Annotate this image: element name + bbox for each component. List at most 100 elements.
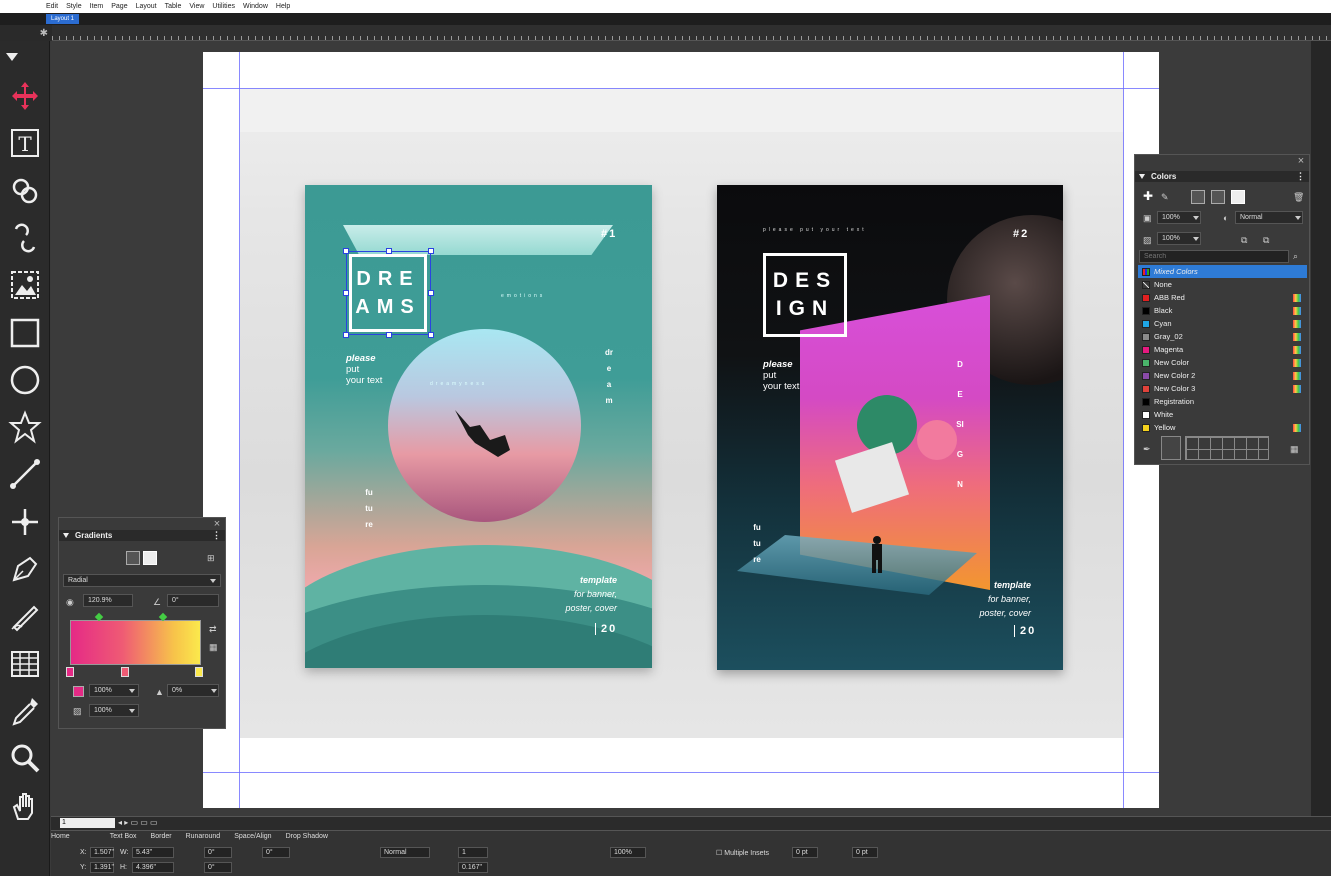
selection-frame[interactable] [346, 251, 431, 335]
measurements-tab-runaround[interactable]: Runaround [186, 830, 221, 844]
measurements-tab-drop-shadow[interactable]: Drop Shadow [286, 830, 328, 844]
current-color-swatch[interactable] [1161, 436, 1181, 460]
poster-design[interactable]: please put your text #2 DES IGN please p… [717, 185, 1063, 670]
layout-tab[interactable]: Layout 1 [46, 14, 80, 24]
menu-item[interactable]: Item [90, 3, 104, 10]
measurements-tab-text-box[interactable]: Text Box [110, 830, 137, 844]
unlinking-icon[interactable] [6, 219, 44, 257]
menu-edit[interactable]: Edit [46, 3, 58, 10]
gutter-field[interactable]: 0.167" [458, 862, 488, 873]
unlink-icon[interactable]: ⧉ [1263, 235, 1269, 245]
blend-mode-field[interactable]: Normal [380, 847, 430, 858]
height-field[interactable]: 4.396" [132, 862, 174, 873]
panel-header[interactable]: Colors ⋮ [1135, 171, 1309, 182]
gradient-stop-handle[interactable] [121, 667, 129, 677]
color-list-item[interactable]: Black [1138, 304, 1307, 317]
color-list-item[interactable]: New Color 3 [1138, 382, 1307, 395]
add-color-icon[interactable]: ✚ [1143, 190, 1153, 202]
gradient-preview-bar[interactable] [70, 620, 201, 665]
panel-menu-icon[interactable]: ⋮ [1296, 171, 1305, 182]
menu-window[interactable]: Window [243, 3, 268, 10]
palette-collapse-icon[interactable] [6, 53, 18, 61]
menu-table[interactable]: Table [165, 3, 182, 10]
resize-handle[interactable] [343, 332, 349, 338]
freehand-tool-icon[interactable] [6, 597, 44, 635]
link-icon[interactable]: ⧉ [1241, 235, 1247, 245]
table-tool-icon[interactable] [6, 645, 44, 683]
chevron-down-icon[interactable] [211, 689, 217, 693]
menu-style[interactable]: Style [66, 3, 82, 10]
ruler-origin-gear-icon[interactable]: ✱ [0, 25, 52, 41]
text-tool-icon[interactable]: T [6, 124, 44, 162]
frame-button[interactable] [1191, 190, 1205, 204]
gradient-stop-handle[interactable] [66, 667, 74, 677]
chevron-down-icon[interactable] [1193, 237, 1199, 241]
menu-view[interactable]: View [189, 3, 204, 10]
measurements-tab-home[interactable]: Home [51, 830, 70, 844]
close-icon[interactable]: × [1296, 156, 1306, 167]
edit-color-icon[interactable]: ✎ [1161, 192, 1169, 202]
page-navigation-icons[interactable]: ◂ ▸ ▭ ▭ ▭ [118, 818, 178, 828]
resize-handle[interactable] [386, 332, 392, 338]
rectangle-box-icon[interactable] [6, 314, 44, 352]
pen-tool-icon[interactable] [6, 550, 44, 588]
fill-button[interactable] [143, 551, 157, 565]
color-list-item[interactable]: Yellow [1138, 421, 1307, 434]
chevron-down-icon[interactable] [1295, 216, 1301, 220]
color-search-input[interactable] [1139, 250, 1289, 263]
text-button[interactable] [1211, 190, 1225, 204]
menu-help[interactable]: Help [276, 3, 290, 10]
vertical-scrollbar[interactable] [1311, 41, 1331, 816]
collapse-triangle-icon[interactable] [63, 533, 69, 538]
color-list-item[interactable]: Registration [1138, 395, 1307, 408]
hand-icon[interactable] [6, 787, 44, 825]
measurements-tab-border[interactable]: Border [151, 830, 172, 844]
resize-handle[interactable] [386, 248, 392, 254]
color-list-item[interactable]: Magenta [1138, 343, 1307, 356]
panel-menu-icon[interactable]: ⋮ [212, 530, 221, 541]
new-gradient-icon[interactable]: ⊞ [207, 553, 215, 563]
color-list-item[interactable]: Gray_02 [1138, 330, 1307, 343]
resize-handle[interactable] [428, 248, 434, 254]
gradient-angle-field[interactable]: 0° [167, 594, 219, 607]
color-grid-options-icon[interactable]: ▦ [1290, 444, 1299, 454]
oval-box-icon[interactable] [6, 361, 44, 399]
frame-button[interactable] [126, 551, 140, 565]
resize-handle[interactable] [343, 248, 349, 254]
color-list-item[interactable]: Cyan [1138, 317, 1307, 330]
text-linking-icon[interactable] [6, 172, 44, 210]
blend-mode-select[interactable]: Normal [1235, 211, 1303, 224]
trash-icon[interactable]: 🗑 [1293, 192, 1304, 202]
chevron-down-icon[interactable] [129, 709, 135, 713]
menu-layout[interactable]: Layout [136, 3, 157, 10]
chevron-down-icon[interactable] [1193, 216, 1199, 220]
color-list-item[interactable]: Mixed Colors [1138, 265, 1307, 278]
resize-handle[interactable] [428, 332, 434, 338]
close-icon[interactable]: × [212, 519, 222, 530]
eyedropper-icon[interactable]: ✒ [1143, 444, 1151, 454]
gradient-type-select[interactable]: Radial [63, 574, 221, 587]
resize-handle[interactable] [428, 290, 434, 296]
chevron-down-icon[interactable] [129, 689, 135, 693]
stop-color-swatch[interactable] [73, 686, 84, 697]
menu-utilities[interactable]: Utilities [212, 3, 235, 10]
chevron-down-icon[interactable] [210, 579, 216, 583]
color-list-item[interactable]: New Color 2 [1138, 369, 1307, 382]
search-icon[interactable]: ⌕ [1293, 251, 1298, 261]
columns-field[interactable]: 1 [458, 847, 488, 858]
width-field[interactable]: 5.43" [132, 847, 174, 858]
gradient-stop-handle[interactable] [195, 667, 203, 677]
color-list-item[interactable]: ABB Red [1138, 291, 1307, 304]
picture-content-icon[interactable] [6, 266, 44, 304]
color-list-item[interactable]: None [1138, 278, 1307, 291]
opacity-field[interactable]: 100% [610, 847, 646, 858]
reverse-gradient-icon[interactable]: ⇄ [209, 624, 217, 634]
skew-field[interactable]: 0° [204, 862, 232, 873]
collapse-triangle-icon[interactable] [1139, 174, 1145, 179]
gradient-scale-field[interactable]: 120.9% [83, 594, 133, 607]
design-title-box[interactable]: DES IGN [763, 253, 847, 337]
gradient-options-icon[interactable]: ▦ [209, 642, 218, 652]
menu-page[interactable]: Page [111, 3, 127, 10]
point-tool-icon[interactable] [6, 503, 44, 541]
measurements-tab-space-align[interactable]: Space/Align [234, 830, 271, 844]
